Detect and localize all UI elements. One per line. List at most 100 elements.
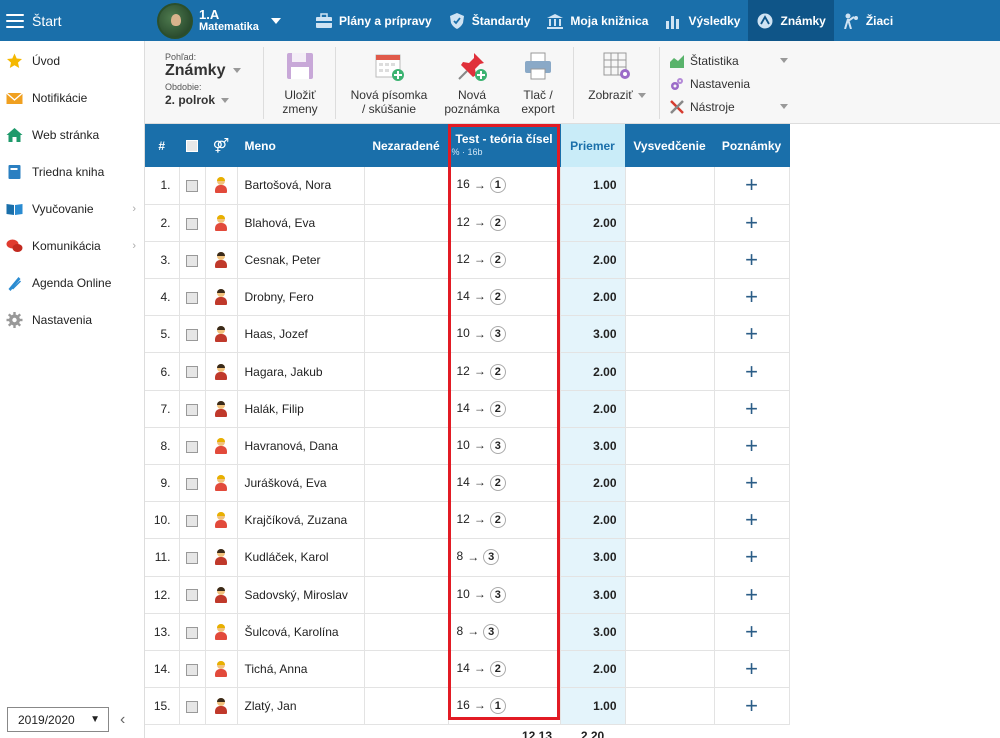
unassigned-cell[interactable] <box>364 687 449 726</box>
student-name[interactable]: Kudláček, Karol <box>237 538 365 577</box>
add-note-button[interactable]: + <box>714 427 790 466</box>
new-note-button[interactable]: Nová poznámka <box>441 50 503 116</box>
view-select[interactable]: Známky <box>165 63 242 79</box>
settings-menu[interactable]: Nastavenia <box>670 72 788 95</box>
student-name[interactable]: Zlatý, Jan <box>237 687 365 726</box>
test-score-cell[interactable]: 14 → 2 <box>448 650 561 689</box>
unassigned-cell[interactable] <box>364 650 449 689</box>
row-checkbox[interactable] <box>179 538 206 577</box>
test-score-cell[interactable]: 14 → 2 <box>448 278 561 317</box>
add-note-button[interactable]: + <box>714 650 790 689</box>
sidebar-item-communication[interactable]: Komunikácia › <box>0 227 144 264</box>
col-notes[interactable]: Poznámky <box>714 124 790 167</box>
unassigned-cell[interactable] <box>364 241 449 280</box>
certificate-cell[interactable] <box>625 464 715 503</box>
certificate-cell[interactable] <box>625 167 715 205</box>
student-name[interactable]: Tichá, Anna <box>237 650 365 689</box>
nav-students[interactable]: Žiaci <box>834 0 901 41</box>
certificate-cell[interactable] <box>625 538 715 577</box>
row-checkbox[interactable] <box>179 427 206 466</box>
collapse-sidebar-button[interactable]: ‹ <box>120 711 125 729</box>
period-select[interactable]: 2. polrok <box>165 94 241 107</box>
student-name[interactable]: Jurášková, Eva <box>237 464 365 503</box>
certificate-cell[interactable] <box>625 204 715 242</box>
sidebar-item-agenda[interactable]: Agenda Online <box>0 264 144 301</box>
col-unassigned[interactable]: Nezaradené <box>364 124 449 167</box>
nav-plans[interactable]: Plány a prípravy <box>307 0 440 41</box>
school-year-select[interactable]: 2019/2020 ▼ <box>7 707 109 732</box>
student-name[interactable]: Hagara, Jakub <box>237 352 365 391</box>
new-test-button[interactable]: Nová písomka / skúšanie <box>343 50 435 116</box>
row-checkbox[interactable] <box>179 204 206 242</box>
add-note-button[interactable]: + <box>714 390 790 428</box>
certificate-cell[interactable] <box>625 576 715 614</box>
display-options-button[interactable]: Zobraziť <box>583 50 651 102</box>
class-selector[interactable]: 1.A Matematika <box>145 0 297 41</box>
certificate-cell[interactable] <box>625 687 715 726</box>
test-score-cell[interactable]: 14 → 2 <box>448 464 561 503</box>
row-checkbox[interactable] <box>179 390 206 428</box>
add-note-button[interactable]: + <box>714 576 790 614</box>
sidebar-item-settings[interactable]: Nastavenia <box>0 301 144 338</box>
unassigned-cell[interactable] <box>364 278 449 317</box>
col-average[interactable]: Priemer <box>560 124 626 167</box>
student-name[interactable]: Cesnak, Peter <box>237 241 365 280</box>
unassigned-cell[interactable] <box>364 464 449 503</box>
unassigned-cell[interactable] <box>364 427 449 466</box>
row-checkbox[interactable] <box>179 278 206 317</box>
test-score-cell[interactable]: 12 → 2 <box>448 241 561 280</box>
row-checkbox[interactable] <box>179 613 206 651</box>
student-name[interactable]: Bartošová, Nora <box>237 167 365 205</box>
sidebar-item-class-book[interactable]: Triedna kniha <box>0 153 144 190</box>
save-changes-button[interactable]: Uložiť zmeny <box>275 50 325 116</box>
row-checkbox[interactable] <box>179 650 206 689</box>
test-score-cell[interactable]: 8 → 3 <box>448 538 561 577</box>
test-score-cell[interactable]: 8 → 3 <box>448 613 561 651</box>
sidebar-item-notifications[interactable]: Notifikácie <box>0 79 144 116</box>
sidebar-item-home[interactable]: Úvod <box>0 42 144 79</box>
add-note-button[interactable]: + <box>714 687 790 726</box>
nav-grades[interactable]: Známky <box>748 0 834 41</box>
add-note-button[interactable]: + <box>714 278 790 317</box>
unassigned-cell[interactable] <box>364 576 449 614</box>
unassigned-cell[interactable] <box>364 390 449 428</box>
unassigned-cell[interactable] <box>364 315 449 354</box>
student-name[interactable]: Halák, Filip <box>237 390 365 428</box>
row-checkbox[interactable] <box>179 167 206 205</box>
add-note-button[interactable]: + <box>714 352 790 391</box>
student-name[interactable]: Blahová, Eva <box>237 204 365 242</box>
test-score-cell[interactable]: 10 → 3 <box>448 427 561 466</box>
nav-standards[interactable]: Štandardy <box>440 0 539 41</box>
nav-library[interactable]: Moja knižnica <box>538 0 656 41</box>
add-note-button[interactable]: + <box>714 241 790 280</box>
test-score-cell[interactable]: 16 → 1 <box>448 167 561 205</box>
col-test-number-theory[interactable]: Test - teória čísel % · 16b <box>448 124 561 167</box>
student-name[interactable]: Drobny, Fero <box>237 278 365 317</box>
certificate-cell[interactable] <box>625 241 715 280</box>
student-name[interactable]: Šulcová, Karolína <box>237 613 365 651</box>
gender-icon[interactable]: ⚤ <box>205 124 238 167</box>
add-note-button[interactable]: + <box>714 167 790 205</box>
test-score-cell[interactable]: 10 → 3 <box>448 315 561 354</box>
student-name[interactable]: Havranová, Dana <box>237 427 365 466</box>
unassigned-cell[interactable] <box>364 501 449 540</box>
statistics-menu[interactable]: Štatistika <box>670 49 788 72</box>
sidebar-item-teaching[interactable]: Vyučovanie › <box>0 190 144 227</box>
student-name[interactable]: Haas, Jozef <box>237 315 365 354</box>
test-score-cell[interactable]: 10 → 3 <box>448 576 561 614</box>
add-note-button[interactable]: + <box>714 501 790 540</box>
col-certificate[interactable]: Vysvedčenie <box>625 124 715 167</box>
test-score-cell[interactable]: 12 → 2 <box>448 501 561 540</box>
row-checkbox[interactable] <box>179 315 206 354</box>
unassigned-cell[interactable] <box>364 613 449 651</box>
unassigned-cell[interactable] <box>364 352 449 391</box>
row-checkbox[interactable] <box>179 501 206 540</box>
select-all-checkbox[interactable] <box>179 124 206 167</box>
start-menu-button[interactable]: Štart <box>0 0 145 41</box>
add-note-button[interactable]: + <box>714 613 790 651</box>
row-checkbox[interactable] <box>179 464 206 503</box>
row-checkbox[interactable] <box>179 687 206 726</box>
student-name[interactable]: Krajčíková, Zuzana <box>237 501 365 540</box>
col-name[interactable]: Meno <box>237 124 365 167</box>
test-score-cell[interactable]: 12 → 2 <box>448 204 561 242</box>
